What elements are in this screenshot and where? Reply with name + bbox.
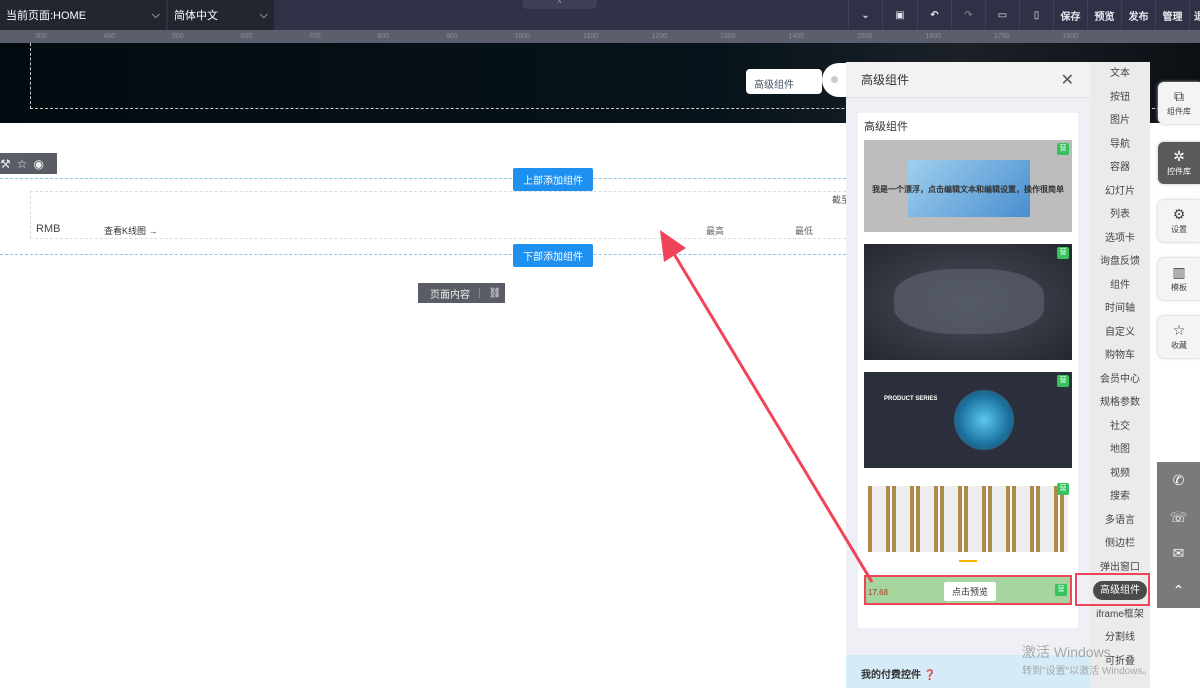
annotation-arrow (660, 230, 1150, 606)
watermark-line2: 转到"设置"以激活 Windows。 (1022, 666, 1153, 677)
watermark-line1: 激活 Windows (1022, 644, 1111, 660)
activation-watermark: 激活 Windows 转到"设置"以激活 Windows。 (1022, 642, 1152, 677)
